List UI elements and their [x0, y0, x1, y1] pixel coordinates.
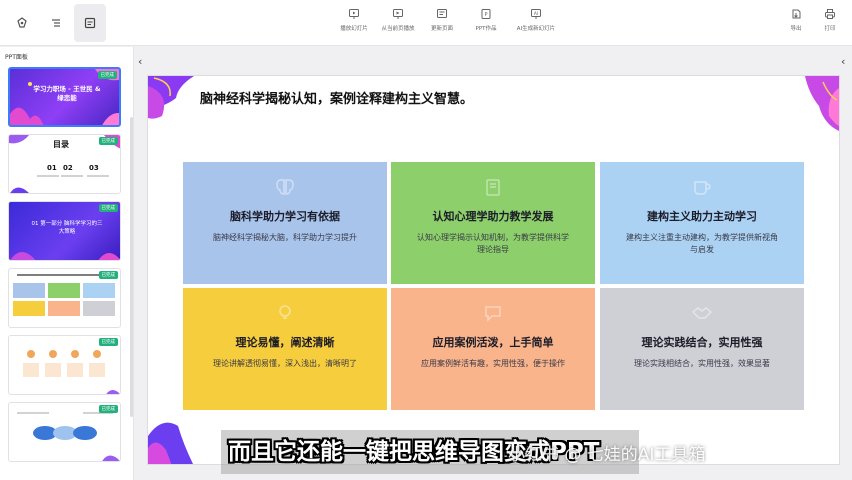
print-label: 打印: [824, 26, 836, 32]
card-title: 应用案例活泼，上手简单: [432, 336, 554, 349]
slide-thumbnail-5[interactable]: 已完成: [8, 335, 121, 395]
card-body: 建构主义注重主动建构，为教学提供新视角与启发: [626, 233, 778, 254]
svg-text:03: 03: [89, 164, 99, 172]
ppt-panel: PPT面板 学习力职场 - 王世民 & 绿恋能 已完成 01 02 03 目录 …: [0, 47, 134, 480]
outline-button[interactable]: [40, 4, 72, 42]
export-button[interactable]: 导出: [786, 8, 806, 32]
status-badge: 已完成: [98, 204, 118, 212]
export-label: 导出: [790, 26, 802, 32]
ppt-works-label: PPT作品: [475, 26, 497, 32]
bulb-icon: [279, 305, 291, 319]
handshake-icon: [691, 307, 713, 319]
toolbar-center-group: 播放幻灯片 从当前页播放 更新页面 P PPT作品 AI AI生成新幻灯片: [336, 8, 560, 32]
toolbar-right-group: 导出 打印: [786, 8, 840, 32]
slide-decoration-right: [805, 76, 839, 131]
ai-generate-button[interactable]: AI AI生成新幻灯片: [512, 8, 560, 32]
status-badge: 已完成: [98, 405, 118, 413]
home-button[interactable]: [6, 4, 38, 42]
panel-title: PPT面板: [5, 54, 28, 61]
ai-generate-icon: AI: [531, 9, 541, 19]
card-body: 脑神经科学揭秘大脑，科学助力学习提升: [213, 233, 357, 242]
card-title: 建构主义助力主动学习: [647, 210, 757, 223]
card-title: 认知心理学助力教学发展: [432, 210, 554, 223]
ppt-icon: [84, 17, 96, 29]
update-page-label: 更新页面: [430, 26, 453, 32]
watermark: 小红书 @ 七娃的AI工具箱: [508, 445, 706, 465]
thumbnail-3-text: 01 第一部分 脑科学学习的三大策略: [31, 221, 103, 235]
top-toolbar: 播放幻灯片 从当前页播放 更新页面 P PPT作品 AI AI生成新幻灯片 导出…: [0, 0, 852, 46]
thumbnail-1-text: 学习力职场 - 王世民 & 绿恋能: [33, 85, 101, 102]
thumbnail-2-text: 目录: [53, 140, 69, 149]
play-from-current-button[interactable]: 从当前页播放: [380, 8, 416, 32]
slide-canvas: 脑神经科学揭秘认知，案例诠释建构主义智慧。 脑科学助力学习有依据 脑神经科学揭秘…: [147, 75, 840, 465]
svg-text:AI: AI: [534, 11, 538, 17]
slide-thumbnail-1[interactable]: 学习力职场 - 王世民 & 绿恋能 已完成: [8, 67, 121, 127]
status-badge: 已完成: [97, 71, 117, 79]
card-body: 理论实践相结合，实用性强，效果显著: [634, 359, 770, 368]
svg-text:01: 01: [47, 164, 57, 172]
ppt-button[interactable]: [74, 4, 106, 42]
play-from-current-label: 从当前页播放: [381, 26, 415, 32]
logo-icon: [17, 17, 27, 28]
slide-title: 脑神经科学揭秘认知，案例诠释建构主义智慧。: [200, 92, 474, 107]
card-body: 理论讲解透彻易懂，深入浅出，清晰明了: [213, 359, 357, 368]
card-body: 认知心理学揭示认知机制，为教学提供科学理论指导: [417, 233, 569, 254]
export-icon: [792, 9, 801, 19]
play-icon: [349, 9, 359, 19]
play-current-icon: [393, 9, 403, 19]
info-card: 建构主义助力主动学习 建构主义注重主动建构，为教学提供新视角与启发: [600, 162, 804, 284]
play-slideshow-button[interactable]: 播放幻灯片: [336, 8, 372, 32]
update-page-button[interactable]: 更新页面: [424, 8, 460, 32]
brain-icon: [276, 179, 294, 195]
card-title: 理论实践结合，实用性强: [641, 336, 763, 349]
slide-thumbnail-4[interactable]: 已完成: [8, 268, 121, 328]
slide-thumbnail-3[interactable]: 01 第一部分 脑科学学习的三大策略 已完成: [8, 201, 121, 261]
status-badge: 已完成: [98, 338, 118, 346]
svg-text:P: P: [484, 12, 487, 18]
info-card: 脑科学助力学习有依据 脑神经科学揭秘大脑，科学助力学习提升: [183, 162, 387, 284]
ppt-works-button[interactable]: P PPT作品: [468, 8, 504, 32]
info-card: 理论实践结合，实用性强 理论实践相结合，实用性强，效果显著: [600, 288, 804, 410]
collapse-left-icon[interactable]: ‹: [138, 55, 142, 68]
print-icon: [825, 9, 835, 19]
chat-icon: [485, 306, 501, 322]
toolbar-left-group: [6, 4, 106, 42]
status-badge: 已完成: [98, 137, 118, 145]
slide-thumbnail-6[interactable]: 已完成: [8, 402, 121, 462]
info-card: 应用案例活泼，上手简单 应用案例鲜活有趣，实用性强，便于操作: [391, 288, 595, 410]
info-card: 认知心理学助力教学发展 认知心理学揭示认知机制，为教学提供科学理论指导: [391, 162, 595, 284]
card-title: 脑科学助力学习有依据: [230, 210, 340, 223]
svg-text:02: 02: [63, 164, 73, 172]
book-icon: [486, 179, 500, 196]
info-card: 理论易懂，阐述清晰 理论讲解透彻易懂，深入浅出，清晰明了: [183, 288, 387, 410]
ppt-works-icon: P: [481, 9, 491, 19]
card-body: 应用案例鲜活有趣，实用性强，便于操作: [421, 359, 565, 368]
card-title: 理论易懂，阐述清晰: [235, 336, 335, 349]
print-button[interactable]: 打印: [820, 8, 840, 32]
slide-thumbnail-2[interactable]: 01 02 03 目录 已完成: [8, 134, 121, 194]
collapse-right-icon[interactable]: ‹: [841, 55, 845, 68]
cup-icon: [694, 181, 711, 195]
play-slideshow-label: 播放幻灯片: [340, 26, 368, 32]
ai-generate-label: AI生成新幻灯片: [516, 26, 556, 32]
status-badge: 已完成: [98, 271, 118, 279]
outline-icon: [52, 19, 60, 27]
refresh-page-icon: [437, 9, 447, 18]
panel-scrollbar[interactable]: [130, 117, 133, 417]
